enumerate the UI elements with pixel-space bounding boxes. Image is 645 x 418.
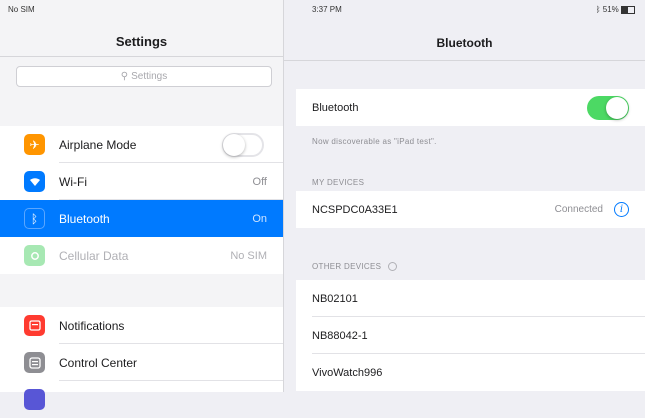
battery-icon	[621, 5, 635, 14]
bluetooth-icon: ᛒ	[24, 208, 45, 229]
wifi-status-value: Off	[252, 175, 267, 188]
airplane-mode-toggle[interactable]	[222, 133, 264, 157]
search-input[interactable]: ⚲ Settings	[16, 66, 272, 87]
status-time: 3:37 PM	[312, 5, 342, 14]
settings-group-connectivity: ✈ Airplane Mode Wi-Fi Off ᛒ Bluetooth On…	[0, 126, 283, 274]
sidebar-item-label: Airplane Mode	[59, 137, 137, 152]
sidebar-item-label: Bluetooth	[59, 211, 110, 226]
search-icon: ⚲	[120, 71, 129, 82]
device-row[interactable]: NB88042-1	[296, 317, 645, 354]
search-placeholder: Settings	[131, 71, 168, 82]
sidebar-item-label: Control Center	[59, 355, 138, 370]
settings-sidebar: No SIM Settings ⚲ Settings ✈ Airplane Mo…	[0, 0, 284, 410]
sidebar-item-cellular-data[interactable]: Cellular Data No SIM	[0, 237, 283, 274]
sidebar-title: Settings	[115, 34, 168, 49]
notifications-icon	[24, 315, 45, 336]
my-devices-header: MY DEVICES	[312, 178, 365, 187]
settings-group-system: Notifications Control Center	[0, 307, 283, 410]
sidebar-item-label: Cellular Data	[59, 248, 129, 263]
cellular-status-value: No SIM	[230, 249, 267, 262]
other-devices-label: OTHER DEVICES	[312, 262, 382, 271]
bluetooth-toggle[interactable]	[587, 96, 629, 120]
status-carrier: No SIM	[8, 5, 35, 14]
divider	[284, 60, 645, 61]
page-title: Bluetooth	[436, 36, 493, 50]
device-name: VivoWatch996	[312, 366, 383, 379]
bluetooth-label: Bluetooth	[312, 101, 359, 114]
battery-percent: 51%	[602, 5, 619, 14]
bluetooth-status-icon: ᛒ	[595, 5, 601, 14]
bluetooth-toggle-row[interactable]: Bluetooth	[296, 89, 645, 126]
sidebar-item-bluetooth[interactable]: ᛒ Bluetooth On	[0, 200, 283, 237]
discoverable-note: Now discoverable as "iPad test".	[312, 137, 437, 146]
cellular-icon	[24, 245, 45, 266]
divider	[0, 56, 283, 57]
device-name: NCSPDC0A33E1	[312, 203, 398, 216]
info-icon[interactable]: i	[614, 202, 629, 217]
sidebar-item-notifications[interactable]: Notifications	[0, 307, 283, 344]
device-row[interactable]: NB02101	[296, 280, 645, 317]
sidebar-item-label: Wi-Fi	[59, 174, 87, 189]
bluetooth-detail: 3:37 PM ᛒ 51% Bluetooth Bluetooth Now di…	[284, 0, 645, 392]
other-devices-header: OTHER DEVICES	[312, 262, 397, 272]
device-row[interactable]: VivoWatch996	[296, 354, 645, 391]
sidebar-item-next[interactable]	[0, 381, 283, 418]
control-center-icon	[24, 352, 45, 373]
moon-icon	[24, 389, 45, 410]
spinner-icon	[387, 262, 397, 272]
airplane-icon: ✈	[24, 134, 45, 155]
bluetooth-status-value: On	[252, 212, 267, 225]
device-name: NB02101	[312, 292, 358, 305]
sidebar-item-airplane-mode[interactable]: ✈ Airplane Mode	[0, 126, 283, 163]
sidebar-item-control-center[interactable]: Control Center	[0, 344, 283, 381]
sidebar-item-wifi[interactable]: Wi-Fi Off	[0, 163, 283, 200]
toggle-knob	[223, 134, 245, 156]
device-status: Connected	[554, 204, 603, 215]
sidebar-item-label: Notifications	[59, 318, 125, 333]
device-row[interactable]: NCSPDC0A33E1 Connected i	[296, 191, 645, 228]
toggle-knob	[606, 97, 628, 119]
wifi-icon	[24, 171, 45, 192]
device-name: NB88042-1	[312, 329, 368, 342]
status-battery: ᛒ 51%	[596, 5, 635, 14]
